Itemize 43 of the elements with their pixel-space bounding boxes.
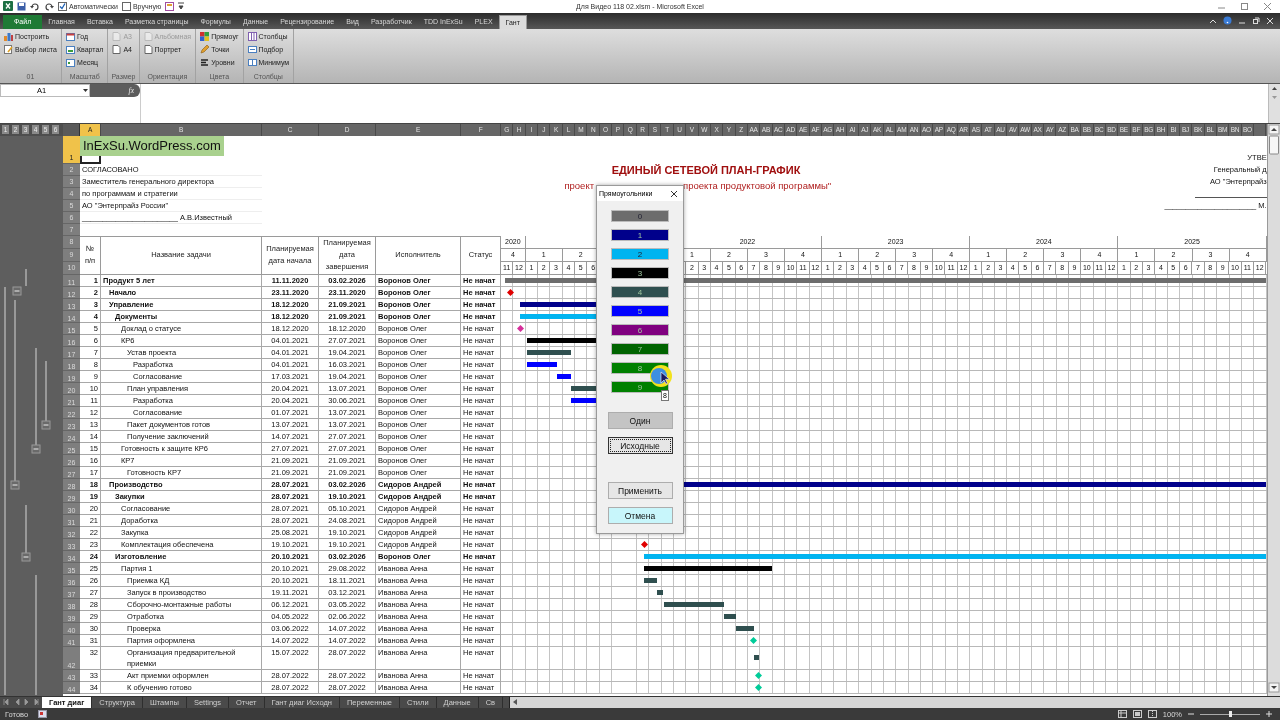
slider-thumb[interactable] <box>1228 711 1232 717</box>
chart-icon <box>4 32 13 42</box>
color-swatch-button[interactable]: 5 <box>611 305 669 317</box>
form-icon[interactable] <box>165 1 175 11</box>
checkbox[interactable] <box>58 1 67 11</box>
vertical-scrollbar[interactable] <box>1267 123 1280 694</box>
dialog-button[interactable]: Отмена <box>607 507 673 524</box>
page-break-icon[interactable] <box>1147 710 1157 718</box>
dialog-button[interactable]: Применить <box>607 482 673 499</box>
zoom-in-icon[interactable] <box>1266 711 1272 717</box>
zoom-slider[interactable] <box>1200 711 1260 717</box>
maximize-icon[interactable] <box>1240 1 1249 11</box>
sheet-title: ЕДИНЫЙ СЕТЕВОЙ ПЛАН-ГРАФИК <box>611 163 801 176</box>
normal-view-icon[interactable] <box>1117 710 1127 718</box>
zoom-out-icon[interactable] <box>1188 711 1194 717</box>
color-swatch-button[interactable]: 1 <box>611 229 669 241</box>
subtitle-text: проект <box>564 179 594 191</box>
cursor-highlight-icon <box>649 364 673 388</box>
sheet-icon <box>4 45 13 55</box>
logo-label: InExSu.WordPress.com <box>80 135 224 156</box>
dialog-button[interactable]: Один <box>607 412 673 429</box>
checkbox[interactable] <box>121 1 131 11</box>
excel-icon[interactable] <box>3 1 13 12</box>
color-swatch-button[interactable]: 4 <box>611 286 669 298</box>
color-swatch-button[interactable]: 7 <box>611 343 669 355</box>
color-swatch-button[interactable]: 6 <box>611 324 669 336</box>
horizontal-scrollbar[interactable] <box>509 696 1280 708</box>
palette-icon <box>200 32 210 42</box>
dialog-button[interactable]: Исходные <box>607 437 673 454</box>
macro-record-icon[interactable] <box>38 710 48 718</box>
subtitle-text: проекта продуктовой программы" <box>683 179 833 191</box>
save-icon[interactable] <box>17 1 26 11</box>
help-icon[interactable] <box>1223 16 1232 26</box>
levels-icon <box>200 58 210 68</box>
pencil-icon <box>200 45 210 55</box>
color-swatch-button[interactable]: 3 <box>611 267 669 279</box>
close-icon[interactable] <box>670 189 678 198</box>
redo-icon[interactable] <box>44 1 54 11</box>
customize-icon[interactable] <box>178 2 185 11</box>
color-swatch-button[interactable]: 2 <box>611 248 669 260</box>
undo-icon[interactable] <box>30 1 40 11</box>
page-layout-icon[interactable] <box>1132 710 1142 718</box>
restore-icon[interactable] <box>1252 16 1260 25</box>
